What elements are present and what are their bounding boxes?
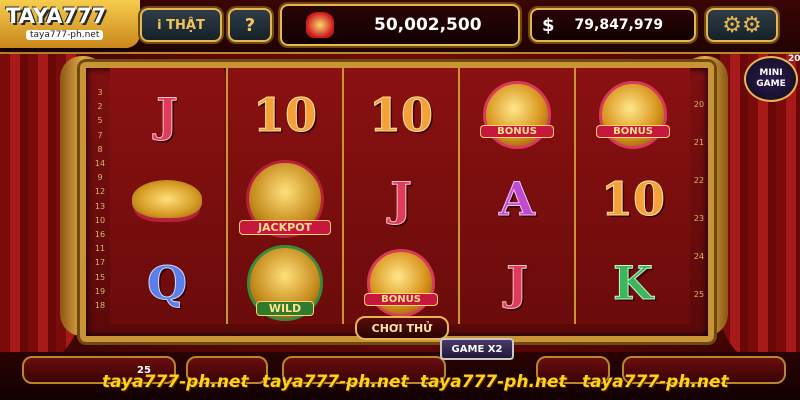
gold-bonus-icon: BONUS <box>364 248 438 317</box>
payline-number: 18 <box>94 301 106 311</box>
symbol-letter: Q <box>110 240 224 325</box>
settings-button[interactable]: ⚙⚙ <box>706 8 778 42</box>
watermark-text: taya777-ph.net <box>582 372 729 392</box>
mini-game-label-1: MINI <box>759 68 783 78</box>
payline-number: 25 <box>693 290 705 299</box>
mini-game-label-2: GAME <box>756 79 786 89</box>
symbol-10: 10 <box>252 87 317 142</box>
symbol-j: J <box>156 87 179 142</box>
payline-number: 10 <box>94 215 106 225</box>
payline-number: 12 <box>94 187 106 197</box>
logo-brand-text: TAYA777 <box>6 4 107 28</box>
paylines-left: 3 2 5 7 8 14 9 12 13 10 16 11 17 15 19 1… <box>93 86 107 313</box>
reel-2: 10 JACKPOT WILD <box>226 68 342 324</box>
payline-number: 19 <box>94 286 106 296</box>
symbol-10: 10 <box>368 87 433 142</box>
bonus-label: BONUS <box>364 292 438 306</box>
payline-number: 20 <box>693 100 705 109</box>
bull-icon: WILD <box>247 244 323 321</box>
symbol-bonus: BONUS <box>460 72 574 157</box>
payline-number: 5 <box>97 116 103 126</box>
payline-number: 7 <box>97 130 103 140</box>
payline-number: 22 <box>693 176 705 185</box>
bonus-label: BONUS <box>596 124 670 138</box>
reel-3: 10 J BONUS <box>342 68 458 324</box>
watermark-text: taya777-ph.net <box>102 372 249 392</box>
payline-number: 24 <box>693 252 705 261</box>
symbol-letter: A <box>460 156 574 241</box>
symbol-letter: J <box>110 72 224 157</box>
payline-number: 11 <box>94 244 106 254</box>
play-demo-label: CHƠI THỬ <box>371 321 433 335</box>
game-x2-label: GAME X2 <box>451 343 503 355</box>
payline-number: 23 <box>693 214 705 223</box>
jackpot-label: JACKPOT <box>239 219 331 235</box>
gold-ingot-icon <box>132 179 202 218</box>
symbol-jackpot: JACKPOT <box>228 156 342 241</box>
gold-bonus-icon: BONUS <box>480 80 554 149</box>
symbol-j: J <box>390 171 413 226</box>
paylines-right: 20 21 22 23 24 25 <box>692 86 706 314</box>
reel-1: J Q <box>110 68 224 324</box>
mini-game-badge: 20 <box>788 54 800 64</box>
wild-label: WILD <box>256 300 314 316</box>
symbol-j: J <box>506 255 529 310</box>
gold-bonus-icon: BONUS <box>596 80 670 149</box>
symbol-bonus: BONUS <box>344 240 458 325</box>
watermark-text: taya777-ph.net <box>420 372 567 392</box>
game-x2-button[interactable]: GAME X2 <box>440 338 514 360</box>
reel-4: BONUS A J <box>458 68 574 324</box>
watermark-text: taya777-ph.net <box>262 372 409 392</box>
payline-number: 16 <box>94 230 106 240</box>
symbol-wild: WILD <box>228 240 342 325</box>
symbol-k: K <box>613 255 654 310</box>
symbol-letter: J <box>460 240 574 325</box>
payline-number: 15 <box>94 272 106 282</box>
payline-number: 2 <box>97 102 103 112</box>
bonus-label: BONUS <box>480 124 554 138</box>
symbol-letter: 10 <box>344 72 458 157</box>
symbol-letter: 10 <box>228 72 342 157</box>
reel-5: BONUS 10 K <box>574 68 690 324</box>
payline-number: 13 <box>94 201 106 211</box>
payline-number: 17 <box>94 258 106 268</box>
logo-site-text: taya777-ph.net <box>26 30 104 40</box>
payline-number: 8 <box>97 144 103 154</box>
symbol-letter: 10 <box>576 156 690 241</box>
gear-icon: ⚙⚙ <box>722 12 762 38</box>
symbol-letter: J <box>344 156 458 241</box>
symbol-10: 10 <box>600 171 665 226</box>
symbol-q: Q <box>146 255 188 310</box>
payline-number: 21 <box>693 138 705 147</box>
reels-area: J Q 10 JACKPOT WILD 10 J BONUS BONUS A J… <box>110 0 690 330</box>
symbol-a: A <box>499 171 536 226</box>
symbol-gold-ingot <box>110 156 224 241</box>
payline-number: 14 <box>94 159 106 169</box>
play-demo-button[interactable]: CHƠI THỬ <box>355 316 449 340</box>
payline-number: 9 <box>97 173 103 183</box>
symbol-bonus: BONUS <box>576 72 690 157</box>
golden-toad-icon: JACKPOT <box>239 159 331 238</box>
symbol-letter: K <box>576 240 690 325</box>
payline-number: 3 <box>97 88 103 97</box>
